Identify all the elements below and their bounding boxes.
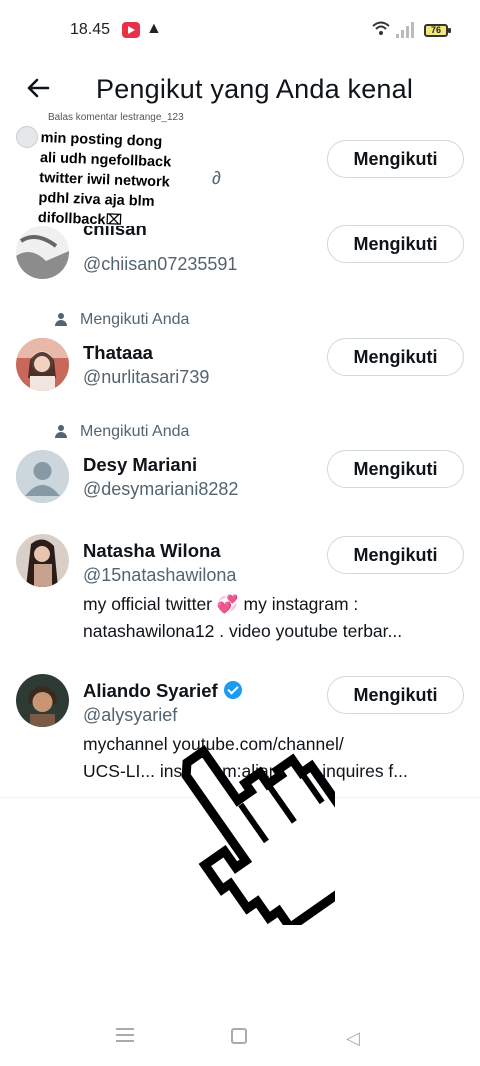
page-header: Pengikut yang Anda kenal	[0, 60, 480, 120]
commenter-avatar	[16, 126, 38, 148]
following-button[interactable]: Mengikuti	[327, 338, 464, 376]
follows-you-label: Mengikuti Anda	[54, 311, 189, 329]
reply-label: Balas komentar lestrange_123	[48, 112, 184, 123]
page-title: Pengikut yang Anda kenal	[96, 74, 414, 104]
back-arrow-icon	[27, 78, 50, 98]
status-time: 18.45	[70, 21, 111, 38]
user-row[interactable]: Mengikuti Anda Desy Mariani @desymariani…	[0, 420, 480, 510]
user-handle: @desymariani8282	[83, 479, 239, 499]
signal-icon	[396, 22, 414, 38]
person-icon	[54, 425, 68, 439]
user-bio-line: my official twitter 💞 my instagram :	[83, 594, 359, 614]
user-row[interactable]: Natasha Wilona @15natashawilona Mengikut…	[0, 534, 480, 654]
avatar[interactable]	[16, 534, 69, 587]
following-button[interactable]: Mengikuti	[327, 140, 464, 178]
reply-comment-overlay: Balas komentar lestrange_123 min posting…	[14, 112, 234, 242]
recent-apps-button[interactable]	[116, 1028, 134, 1042]
user-handle: @chiisan07235591	[83, 254, 238, 274]
user-name: Natasha Wilona	[83, 540, 221, 561]
user-handle: @15natashawilona	[83, 565, 237, 585]
warning-icon: ▲	[146, 20, 162, 37]
follows-you-text: Mengikuti Anda	[80, 311, 190, 328]
following-button[interactable]: Mengikuti	[327, 536, 464, 574]
status-bar: 18.45 ▲ 76	[0, 0, 480, 60]
system-back-button[interactable]: ◁	[346, 1028, 360, 1049]
battery-icon: 76	[424, 24, 451, 37]
follows-you-label: Mengikuti Anda	[54, 423, 189, 441]
system-nav-bar: ◁	[0, 1010, 480, 1066]
user-name: Aliando Syarief	[83, 680, 242, 702]
following-button[interactable]: Mengikuti	[327, 676, 464, 714]
user-handle: @nurlitasari739	[83, 367, 210, 387]
user-bio-line: natashawilona12 . video youtube terbar..…	[83, 621, 403, 641]
following-button[interactable]: Mengikuti	[327, 450, 464, 488]
following-button[interactable]: Mengikuti	[327, 225, 464, 263]
home-button[interactable]	[231, 1028, 247, 1044]
wifi-icon	[372, 20, 390, 41]
avatar[interactable]	[16, 674, 69, 727]
hand-cursor-icon	[181, 745, 335, 925]
comment-text: min posting dong ali udh ngefollback twi…	[38, 128, 173, 233]
avatar[interactable]	[16, 450, 69, 503]
follows-you-text: Mengikuti Anda	[80, 423, 190, 440]
avatar[interactable]	[16, 338, 69, 391]
user-name-text: Aliando Syarief	[83, 680, 218, 701]
user-handle: @alysyarief	[83, 705, 178, 725]
back-button[interactable]	[22, 72, 54, 104]
user-name: Desy Mariani	[83, 454, 198, 475]
user-name: Thataaa	[83, 342, 153, 363]
user-row[interactable]: Mengikuti Anda Thataaa @nurlitasari739 M…	[0, 308, 480, 398]
youtube-notification-icon	[122, 22, 140, 38]
verified-badge-icon	[223, 681, 242, 699]
person-icon	[54, 313, 68, 327]
default-avatar-icon	[16, 450, 69, 503]
